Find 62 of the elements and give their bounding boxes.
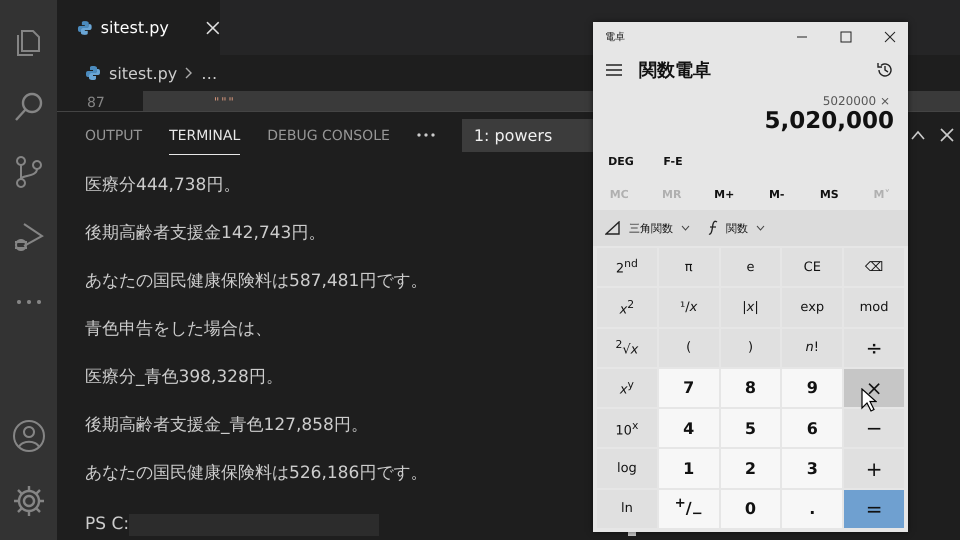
code-text: """ xyxy=(213,95,235,109)
panel-tab[interactable]: DEBUG CONSOLE xyxy=(267,116,390,154)
function-dropdown[interactable]: 関数 xyxy=(702,216,771,240)
calculator-key[interactable]: $^{2}$√x xyxy=(597,328,657,367)
calculator-key[interactable]: $^{+}$/$_{−}$ xyxy=(658,490,719,528)
calculator-key[interactable]: 4 xyxy=(658,409,719,448)
terminal-line: 後期高齢者支援金142,743円。 xyxy=(85,222,326,245)
memory-button[interactable]: M+ xyxy=(702,187,746,202)
calculator-key[interactable]: ) xyxy=(720,328,780,367)
calculator-key[interactable]: log xyxy=(597,449,657,488)
calculator-key[interactable]: 9 xyxy=(782,368,842,408)
terminal-line: あなたの国民健康保険料は587,481円です。 xyxy=(85,270,428,293)
editor-tab[interactable]: sitest.py xyxy=(57,0,220,55)
calculator-key[interactable]: 2$^{nd}$ xyxy=(597,248,657,286)
calculator-key[interactable]: 5 xyxy=(720,409,780,448)
terminal-dropdown[interactable]: 1: powers xyxy=(462,118,596,152)
calculator-key[interactable]: ¹/x xyxy=(658,288,719,327)
calculator-key[interactable]: mod xyxy=(844,288,904,327)
setting-button[interactable]: F-E xyxy=(653,154,693,169)
terminal-line: 医療分444,738円。 xyxy=(85,174,240,197)
calculator-key[interactable]: − xyxy=(844,409,904,448)
calculator-key[interactable]: . xyxy=(782,490,842,528)
terminal-line: あなたの国民健康保険料は526,186円です。 xyxy=(85,462,428,485)
mode-title: 関数電卓 xyxy=(639,59,711,82)
calculator-key[interactable]: e xyxy=(720,248,780,286)
calculator-key[interactable]: |x| xyxy=(720,288,780,327)
calculator-key[interactable]: CE xyxy=(782,248,842,286)
calculator-key[interactable]: n! xyxy=(782,328,842,367)
calculator-key[interactable]: ( xyxy=(658,328,719,367)
terminal-line: 青色申告をした場合は、 xyxy=(85,318,272,341)
memory-button[interactable]: MS xyxy=(807,187,852,202)
breadcrumb-item[interactable]: sitest.py xyxy=(109,64,178,82)
calculator-key[interactable]: ÷ xyxy=(844,328,904,367)
calculator-key[interactable]: x$^{2}$ xyxy=(597,288,657,327)
calculator-key[interactable]: 10$^{x}$ xyxy=(597,409,657,448)
calculator-key[interactable]: 7 xyxy=(658,368,719,408)
calculator-key[interactable]: π xyxy=(658,248,719,286)
terminal-line: 医療分_青色398,328円。 xyxy=(85,366,283,389)
terminal-line: 後期高齢者支援金_青色127,858円。 xyxy=(85,414,368,437)
setting-button[interactable]: DEG xyxy=(601,154,641,169)
window-title: 電卓 xyxy=(605,30,625,44)
line-number: 87 xyxy=(86,94,106,111)
calculator-key[interactable]: + xyxy=(844,449,904,488)
calculator-key[interactable]: x$^{y}$ xyxy=(597,368,657,408)
calculator-key[interactable]: 2 xyxy=(720,449,780,488)
result-display: 5,020,000 xyxy=(764,108,894,134)
calculator-key[interactable]: = xyxy=(844,490,904,528)
memory-button[interactable]: M- xyxy=(754,187,799,202)
calculator-key[interactable]: 0 xyxy=(720,490,780,528)
calculator-key[interactable]: exp xyxy=(782,288,842,327)
calculator-key[interactable]: 6 xyxy=(782,409,842,448)
panel-tab[interactable]: TERMINAL xyxy=(169,116,240,154)
terminal-prompt: PS C: xyxy=(85,513,130,536)
trig-dropdown[interactable]: 三角関数 xyxy=(599,216,696,240)
calculator-key[interactable]: 8 xyxy=(720,368,780,408)
calculator-key[interactable]: ⌫ xyxy=(844,248,904,286)
calculator-key[interactable]: ln xyxy=(597,490,657,528)
breadcrumb-item[interactable]: … xyxy=(201,64,218,82)
calculator-key[interactable]: 3 xyxy=(782,449,842,488)
calculator-key[interactable]: 1 xyxy=(658,449,719,488)
expression-text: 5020000 × xyxy=(822,94,890,108)
panel-tab[interactable]: OUTPUT xyxy=(85,116,142,154)
